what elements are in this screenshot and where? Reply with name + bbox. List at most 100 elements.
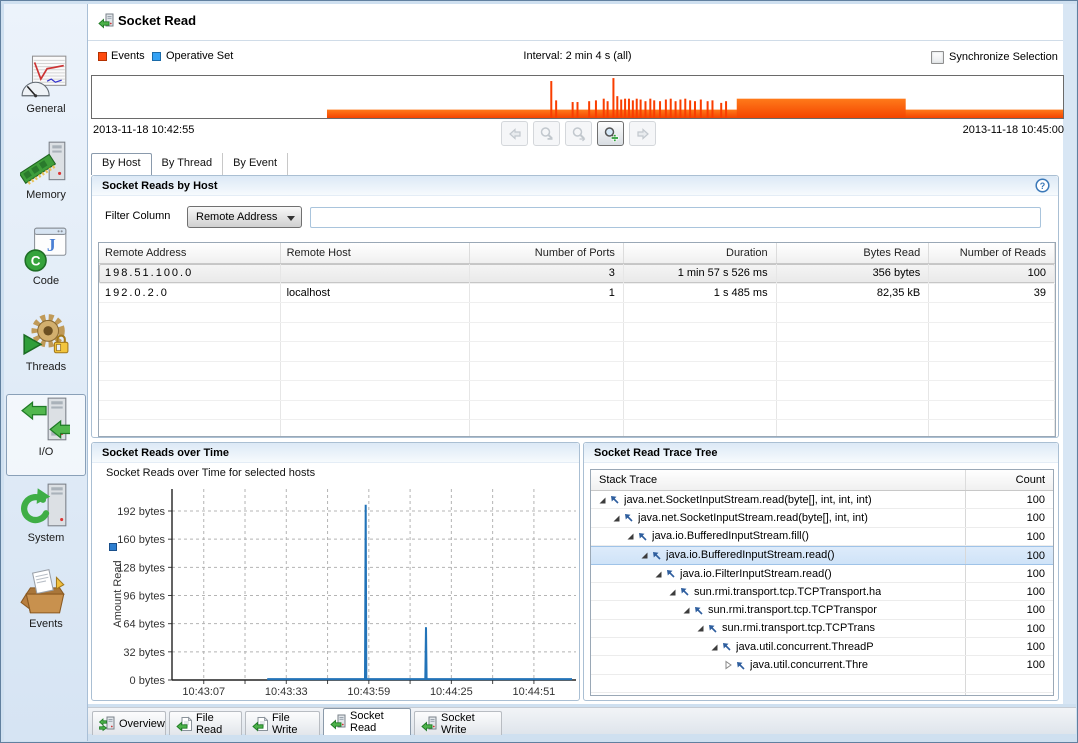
bottom-tab-bar: OverviewFile ReadFile WriteSocket Read So… xyxy=(88,707,1076,734)
tree-expander-expanded-icon[interactable] xyxy=(611,513,623,523)
sidebar-item-threads[interactable]: Threads xyxy=(6,310,86,392)
tree-row[interactable]: java.net.SocketInputStream.read(byte[], … xyxy=(591,509,1053,527)
tree-expander-expanded-icon[interactable] xyxy=(597,495,609,505)
tree-expander-expanded-icon[interactable] xyxy=(639,550,651,560)
sidebar-item-label: System xyxy=(6,532,86,544)
threads-icon xyxy=(20,312,72,360)
tree-row[interactable]: java.io.BufferedInputStream.read()100 xyxy=(591,546,1053,565)
trace-panel-title: Socket Read Trace Tree xyxy=(594,447,718,459)
tree-expander-expanded-icon[interactable] xyxy=(653,569,665,579)
forward-button[interactable] xyxy=(629,121,656,146)
column-header-count[interactable]: Count xyxy=(965,470,1053,490)
tree-row[interactable]: java.util.concurrent.ThreadP100 xyxy=(591,638,1053,656)
tree-expander-expanded-icon[interactable] xyxy=(709,642,721,652)
sidebar-item-code[interactable]: JCCode xyxy=(6,224,86,306)
line-chart: 0 bytes32 bytes64 bytes96 bytes128 bytes… xyxy=(92,463,579,700)
tree-row[interactable]: java.io.FilterInputStream.read()100 xyxy=(591,565,1053,583)
host-table-header: Remote AddressRemote HostNumber of Ports… xyxy=(99,243,1055,264)
tree-row[interactable]: sun.rmi.transport.tcp.TCPTranspor100 xyxy=(591,601,1053,619)
column-header-duration[interactable]: Duration xyxy=(624,243,777,263)
column-header-stack-trace[interactable]: Stack Trace xyxy=(591,470,965,490)
column-header-remote-address[interactable]: Remote Address xyxy=(99,243,281,263)
column-header-remote-host[interactable]: Remote Host xyxy=(281,243,471,263)
tab-by-host[interactable]: By Host xyxy=(91,153,152,175)
trace-tree-table: Stack TraceCountjava.net.SocketInputStre… xyxy=(590,469,1054,696)
svg-text:10:44:51: 10:44:51 xyxy=(512,686,555,698)
tree-expander-collapsed-icon[interactable] xyxy=(723,660,735,670)
sidebar-item-io[interactable]: I/O xyxy=(6,394,86,476)
timeline-nav-buttons xyxy=(501,121,656,146)
stack-frame-icon xyxy=(637,531,652,542)
column-header-bytes-read[interactable]: Bytes Read xyxy=(777,243,930,263)
tree-row[interactable]: java.net.SocketInputStream.read(byte[], … xyxy=(591,491,1053,509)
empty-table-row xyxy=(99,323,1055,343)
empty-tree-row xyxy=(591,675,1053,693)
socket-write-icon xyxy=(421,716,437,732)
table-cell: 82,35 kB xyxy=(777,284,930,303)
tree-expander-expanded-icon[interactable] xyxy=(681,605,693,615)
tree-expander-expanded-icon[interactable] xyxy=(625,531,637,541)
overview-icon xyxy=(99,716,115,732)
empty-table-row xyxy=(99,420,1055,437)
filter-column-dropdown[interactable]: Remote Address xyxy=(187,206,302,228)
socket-read-trace-tree-panel: Socket Read Trace Tree Stack TraceCountj… xyxy=(583,442,1059,701)
table-row[interactable]: 192.0.2.0localhost11 s 485 ms82,35 kB39 xyxy=(99,284,1055,304)
io-icon xyxy=(20,397,72,445)
empty-tree-row xyxy=(591,693,1053,696)
synchronize-selection-checkbox[interactable] xyxy=(931,51,944,64)
help-icon[interactable]: ? xyxy=(1035,178,1050,193)
stack-frame-label: java.io.BufferedInputStream.fill() xyxy=(652,530,809,542)
count-cell: 100 xyxy=(965,601,1053,618)
stack-frame-label: sun.rmi.transport.tcp.TCPTransport.ha xyxy=(694,586,881,598)
code-icon: JC xyxy=(20,226,72,274)
app-window: GeneralMemoryJCCodeThreadsI/O System Event… xyxy=(0,0,1078,743)
timeline-chart[interactable] xyxy=(91,75,1064,119)
filter-input[interactable] xyxy=(310,207,1041,228)
tree-row[interactable]: sun.rmi.transport.tcp.TCPTransport.ha100 xyxy=(591,583,1053,601)
svg-text:160 bytes: 160 bytes xyxy=(117,534,165,546)
zoom-fit-button[interactable] xyxy=(565,121,592,146)
sidebar-item-general[interactable]: General xyxy=(6,52,86,134)
table-row[interactable]: 198.51.100.031 min 57 s 526 ms356 bytes1… xyxy=(99,264,1055,284)
stack-frame-label: java.io.FilterInputStream.read() xyxy=(680,568,832,580)
bottom-tab-file-write[interactable]: File Write xyxy=(245,711,320,735)
tree-expander-expanded-icon[interactable] xyxy=(667,587,679,597)
table-cell: 1 s 485 ms xyxy=(624,284,777,303)
zoom-out-button[interactable] xyxy=(533,121,560,146)
chart-panel-title: Socket Reads over Time xyxy=(102,447,229,459)
bottom-tab-overview[interactable]: Overview xyxy=(92,711,166,735)
stack-frame-icon xyxy=(651,550,666,561)
tab-by-thread[interactable]: By Thread xyxy=(152,153,224,175)
main-content: Socket Read EventsOperative Set Interval… xyxy=(88,4,1076,704)
sidebar-item-events[interactable]: Events xyxy=(6,567,86,649)
column-header-number-of-ports[interactable]: Number of Ports xyxy=(470,243,624,263)
table-cell: 1 xyxy=(470,284,624,303)
host-panel-title: Socket Reads by Host xyxy=(102,180,218,192)
chevron-down-icon xyxy=(287,216,295,221)
count-cell: 100 xyxy=(965,528,1053,545)
tree-row[interactable]: java.util.concurrent.Thre100 xyxy=(591,656,1053,674)
filter-row: Filter Column Remote Address xyxy=(92,202,1058,230)
bottom-tab-label: Socket Write xyxy=(441,712,495,736)
zoom-in-button[interactable] xyxy=(597,121,624,146)
sidebar-item-system[interactable]: System xyxy=(6,481,86,563)
column-header-number-of-reads[interactable]: Number of Reads xyxy=(929,243,1055,263)
sidebar-item-label: Events xyxy=(6,618,86,630)
bottom-tab-socket-read[interactable]: Socket Read xyxy=(323,708,411,735)
table-cell: 1 min 57 s 526 ms xyxy=(624,264,777,283)
bottom-tab-file-read[interactable]: File Read xyxy=(169,711,242,735)
svg-text:192 bytes: 192 bytes xyxy=(117,506,165,518)
empty-table-row xyxy=(99,362,1055,382)
empty-table-row xyxy=(99,303,1055,323)
count-cell: 100 xyxy=(965,509,1053,526)
tab-by-event[interactable]: By Event xyxy=(223,153,288,175)
stack-frame-icon xyxy=(679,586,694,597)
back-button[interactable] xyxy=(501,121,528,146)
tree-expander-expanded-icon[interactable] xyxy=(695,623,707,633)
tree-row[interactable]: java.io.BufferedInputStream.fill() 100 xyxy=(591,528,1053,546)
timeline-start-time: 2013-11-18 10:42:55 xyxy=(93,124,194,136)
bottom-tab-socket-write[interactable]: Socket Write xyxy=(414,711,502,735)
sidebar-item-memory[interactable]: Memory xyxy=(6,138,86,220)
tree-row[interactable]: sun.rmi.transport.tcp.TCPTrans100 xyxy=(591,620,1053,638)
stack-frame-label: java.util.concurrent.Thre xyxy=(750,659,868,671)
